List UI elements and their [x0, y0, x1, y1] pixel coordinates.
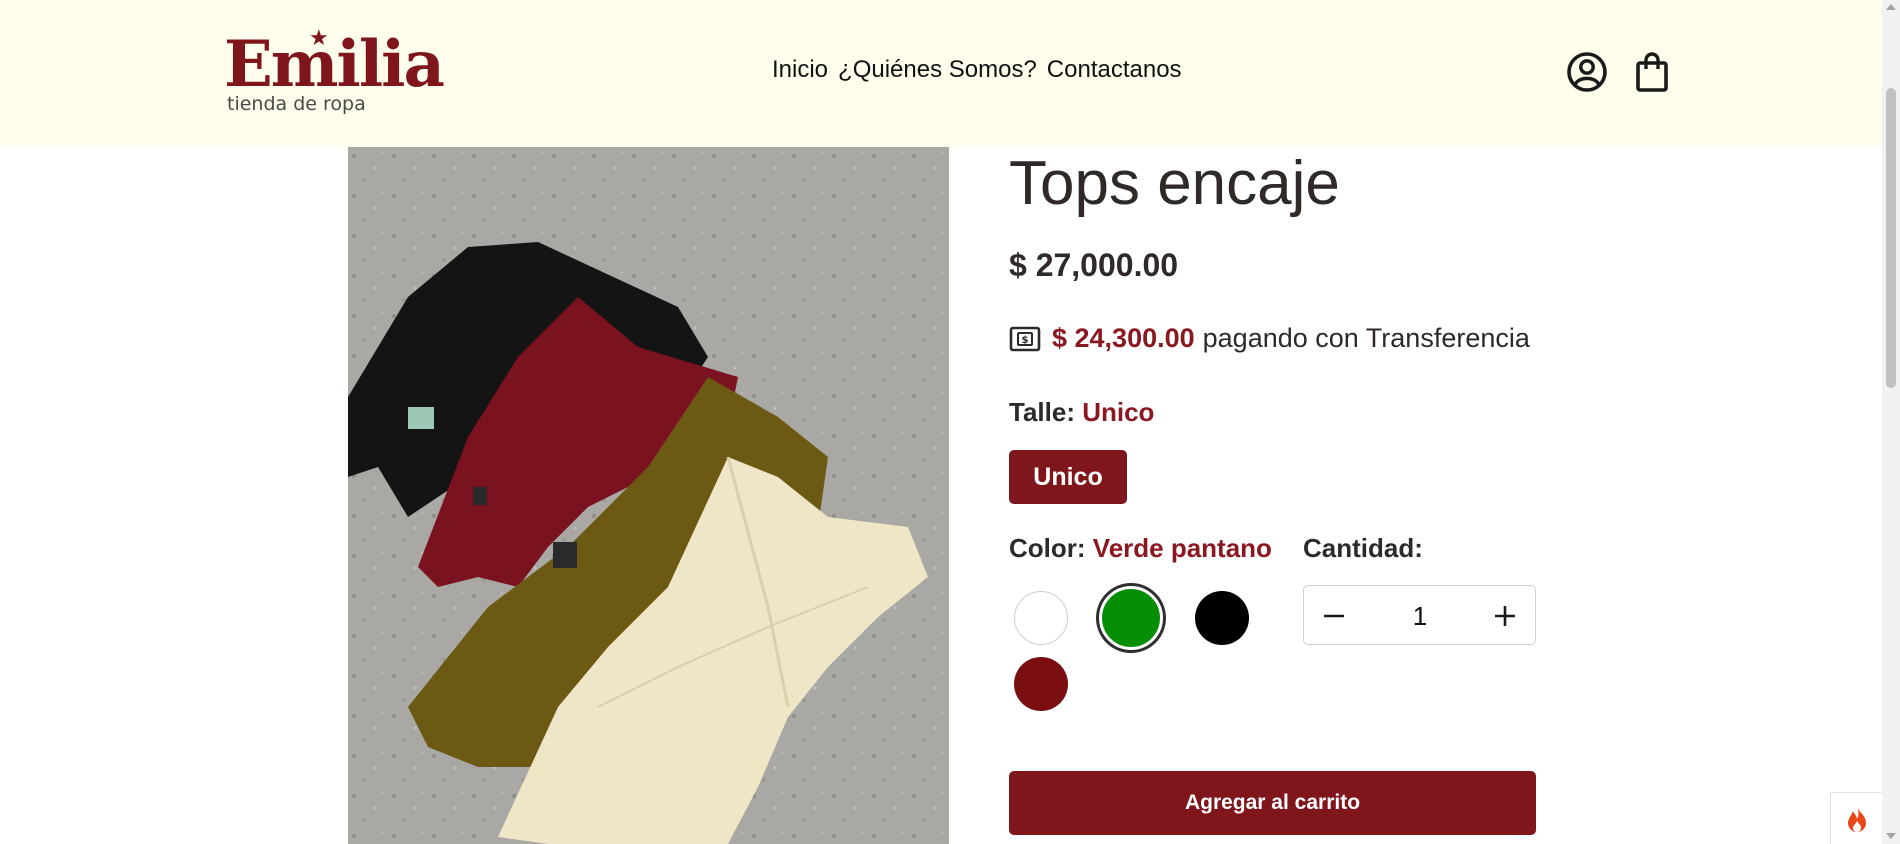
brand-tagline: tienda de ropa — [227, 93, 366, 115]
shopping-bag-icon[interactable] — [1630, 50, 1674, 94]
transfer-price-row: $ $ 24,300.00 pagando con Transferencia — [1009, 323, 1530, 354]
transfer-price: $ 24,300.00 — [1052, 323, 1195, 353]
user-circle-icon[interactable] — [1565, 50, 1609, 94]
color-selected-value: Verde pantano — [1092, 533, 1272, 563]
nav-link-contactanos[interactable]: Contactanos — [1047, 56, 1182, 84]
product-price: $ 27,000.00 — [1009, 247, 1179, 283]
scroll-down-arrow-icon[interactable] — [1886, 833, 1896, 839]
size-label: Talle: Unico — [1009, 397, 1154, 428]
color-label-text: Color: — [1009, 533, 1086, 563]
quantity-label: Cantidad: — [1303, 533, 1423, 563]
scroll-thumb[interactable] — [1886, 88, 1896, 388]
product-title: Tops encaje — [1009, 149, 1340, 218]
svg-text:$: $ — [1022, 335, 1029, 346]
color-label: Color: Verde pantano — [1009, 533, 1272, 564]
minus-icon[interactable] — [1318, 600, 1350, 632]
color-swatch-black[interactable] — [1195, 591, 1249, 645]
fire-widget-button[interactable] — [1830, 792, 1882, 844]
add-to-cart-button[interactable]: Agregar al carrito — [1009, 771, 1536, 835]
quantity-stepper — [1303, 585, 1536, 645]
size-selected-value: Unico — [1082, 397, 1155, 427]
logo-star-icon: ★ — [309, 25, 329, 50]
scroll-up-arrow-icon[interactable] — [1886, 4, 1896, 10]
plus-icon[interactable] — [1489, 600, 1521, 632]
site-header: Emilia ★ tienda de ropa Inicio ¿Quiénes … — [0, 0, 1882, 147]
size-label-text: Talle: — [1009, 397, 1075, 427]
color-swatch-red[interactable] — [1014, 657, 1068, 711]
size-option-unico[interactable]: Unico — [1009, 450, 1127, 504]
quantity-input[interactable] — [1364, 596, 1476, 636]
cash-icon: $ — [1009, 326, 1041, 352]
product-image[interactable] — [348, 147, 949, 844]
fire-icon — [1847, 805, 1866, 832]
main-nav: Inicio ¿Quiénes Somos? Contactanos — [772, 56, 1182, 84]
transfer-text: pagando con Transferencia — [1202, 323, 1530, 353]
color-swatch-green[interactable] — [1099, 586, 1163, 650]
color-swatch-white[interactable] — [1014, 591, 1068, 645]
brand-logo[interactable]: Emilia ★ tienda de ropa — [224, 25, 445, 120]
nav-link-quienes-somos[interactable]: ¿Quiénes Somos? — [838, 56, 1037, 84]
nav-link-inicio[interactable]: Inicio — [772, 56, 828, 84]
page-scrollbar[interactable] — [1882, 0, 1900, 844]
brand-name: Emilia — [224, 27, 445, 102]
